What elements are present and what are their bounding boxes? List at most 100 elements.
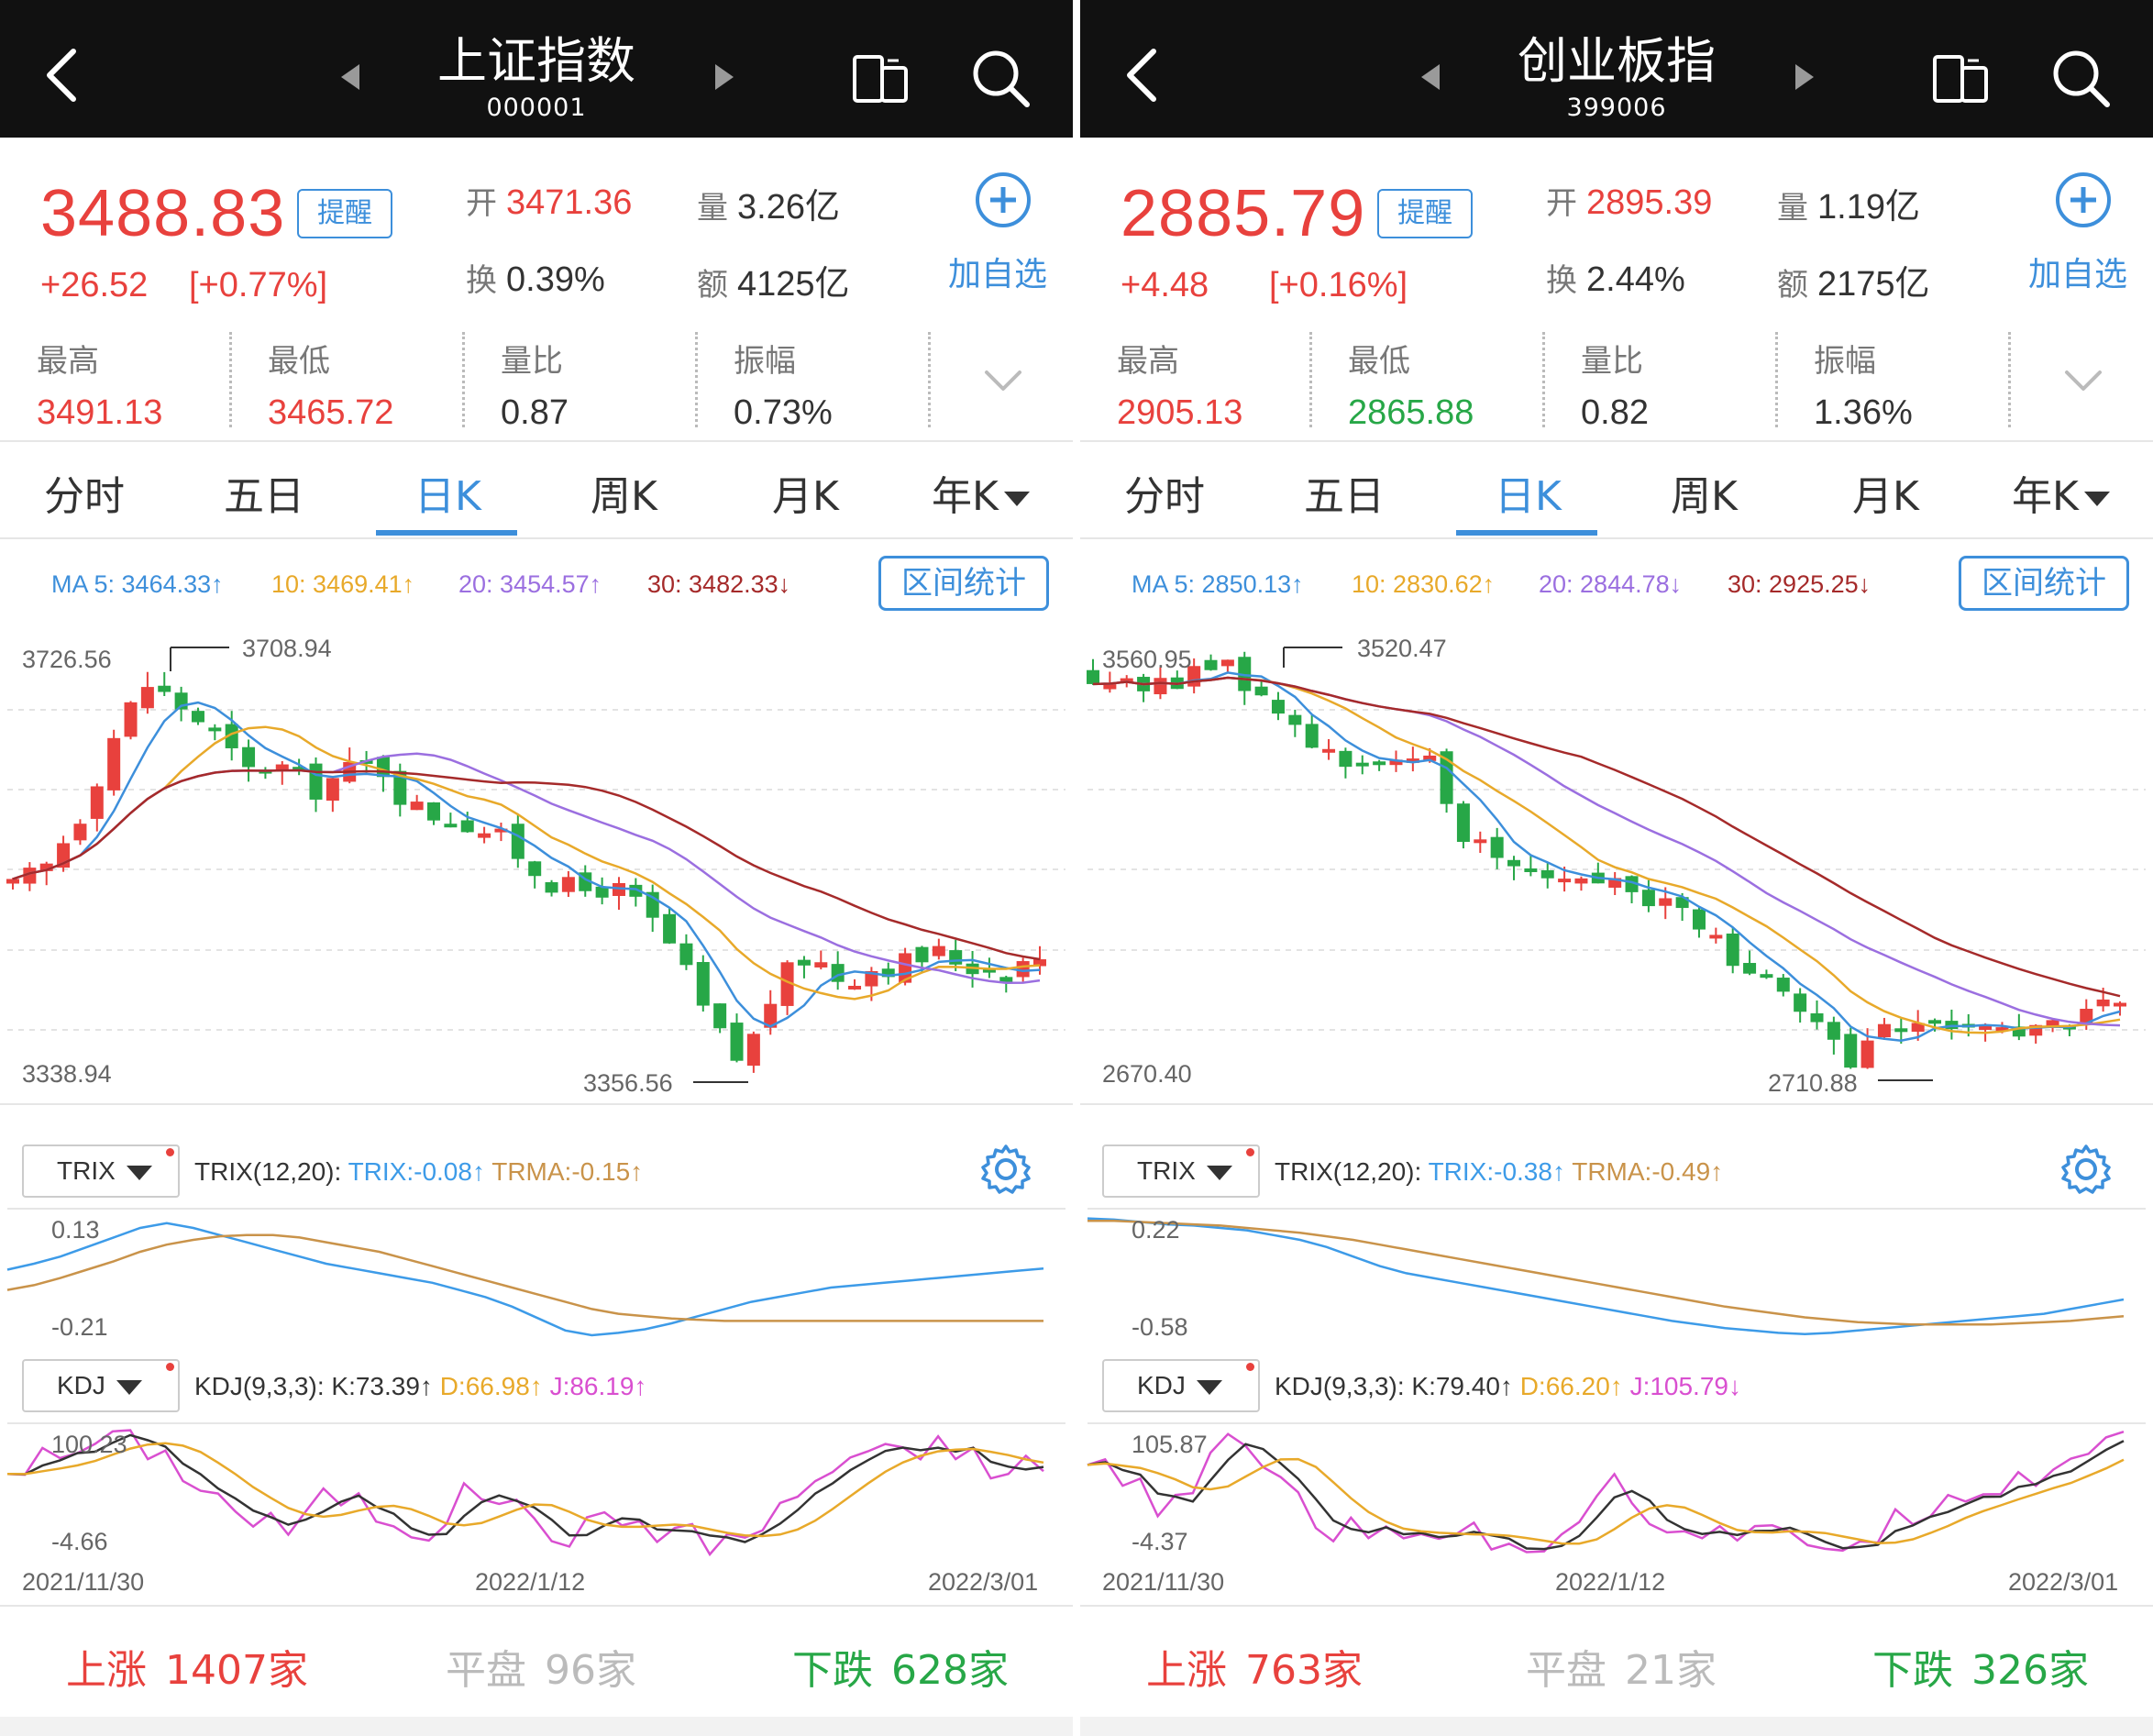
next-index-icon[interactable] [1795,64,1814,90]
candle-down [949,950,963,965]
index-code: 399006 [1566,94,1667,122]
d-line [6,1442,1044,1538]
ma10-legend: 10: 2830.62↑ [1352,570,1496,598]
advancers: 上涨 1407家 [66,1647,308,1694]
ma5-line [12,701,1041,1028]
kline-chart[interactable] [0,624,1073,1110]
candle-up [1474,839,1487,844]
candle-down [309,763,323,800]
amount-field: 额 2175亿 [1777,265,1930,304]
candle-up [1709,934,1723,939]
date-start: 2021/11/30 [22,1568,145,1596]
kline-chart[interactable] [1080,624,2153,1110]
kdj-axis-top: 105.87 [1132,1431,1208,1458]
tab-daily-k[interactable]: 日K [414,463,481,522]
turnover-field: 换 2.44% [1546,260,1685,299]
candle-up [1558,879,1572,883]
kdj-indicator-select[interactable]: KDJ [1102,1359,1260,1412]
candle-down [242,746,256,768]
candle-down [1726,933,1739,967]
tab-intraday[interactable]: 分时 [44,463,125,522]
unchanged: 平盘 96家 [446,1647,636,1694]
rotate-screen-icon[interactable] [851,53,910,105]
trix-indicator-select[interactable]: TRIX [22,1144,180,1198]
add-watchlist-icon[interactable] [974,171,1032,229]
tab-five-day[interactable]: 五日 [224,463,304,522]
stat-high: 最高 3491.13 [37,343,163,432]
range-stats-button[interactable]: 区间统计 [1959,556,2129,611]
next-index-icon[interactable] [715,64,734,90]
expand-chevron-icon[interactable] [2063,367,2103,394]
candle-down [545,881,558,893]
candle-up [932,945,945,956]
add-watchlist-button[interactable]: 加自选 [2028,248,2127,295]
unchanged: 平盘 21家 [1526,1647,1717,1694]
trix-axis-bottom: -0.58 [1132,1313,1188,1341]
header-bar: 创业板指 399006 [1080,0,2153,138]
add-watchlist-button[interactable]: 加自选 [948,248,1047,295]
tab-five-day[interactable]: 五日 [1304,463,1385,522]
tab-monthly-k[interactable]: 月K [772,463,839,522]
range-stats-button[interactable]: 区间统计 [878,556,1049,611]
candle-down [730,1023,744,1061]
candle-down [1305,724,1319,748]
kline-high-marker: 3708.94 [242,635,332,662]
dropdown-arrow-icon [116,1379,142,1395]
turnover-field: 换 0.39% [466,260,605,299]
settings-gear-icon[interactable] [2059,1143,2113,1196]
kdj-axis-top: 100.23 [51,1431,127,1458]
ma5-legend: MA 5: 2850.13↑ [1132,570,1304,598]
candle-down [1490,836,1504,858]
date-start: 2021/11/30 [1102,1568,1225,1596]
candle-up [814,962,828,968]
tab-intraday[interactable]: 分时 [1124,463,1205,522]
kline-axis-bottom: 2670.40 [1102,1060,1192,1088]
candle-down [1844,1034,1858,1068]
expand-chevron-icon[interactable] [983,367,1023,394]
bottom-bar [1080,1717,2153,1736]
search-icon[interactable] [2050,48,2111,108]
tab-daily-k[interactable]: 日K [1495,463,1562,522]
candle-down [1827,1022,1840,1040]
alert-button[interactable]: 提醒 [297,189,392,238]
trix-indicator-select[interactable]: TRIX [1102,1144,1260,1198]
candle-down [1692,909,1706,930]
candle-up [124,702,138,737]
price-change-pct: [+0.16%] [1269,266,1408,304]
settings-gear-icon[interactable] [979,1143,1032,1196]
add-watchlist-icon[interactable] [2054,171,2113,229]
kdj-indicator-select[interactable]: KDJ [22,1359,180,1412]
kdj-legend: KDJ(9,3,3): K:73.39↑ D:66.98↑ J:86.19↑ [194,1372,647,1400]
active-tab-indicator [376,530,517,536]
tab-yearly-k[interactable]: 年K [2012,463,2110,522]
candle-up [1322,748,1336,753]
candle-up [73,824,87,841]
tab-weekly-k[interactable]: 周K [591,463,657,522]
candle-down [1271,700,1285,714]
stat-volume-ratio: 量比 0.82 [1581,343,1649,432]
tab-monthly-k[interactable]: 月K [1852,463,1919,522]
volume-field: 量 3.26亿 [697,188,840,227]
candle-up [326,778,339,802]
kdj-chart [1087,1422,2146,1554]
ma20-line [1092,676,2121,1027]
search-icon[interactable] [970,48,1031,108]
last-price: 3488.83 [40,177,286,250]
last-price: 2885.79 [1121,177,1366,250]
stat-divider [1542,332,1545,427]
tab-weekly-k[interactable]: 周K [1671,463,1738,522]
separator [1080,440,2153,442]
stat-divider [695,332,698,427]
stat-volume-ratio: 量比 0.87 [501,343,569,432]
tab-yearly-k[interactable]: 年K [932,463,1030,522]
rotate-screen-icon[interactable] [1931,53,1990,105]
ma20-legend: 20: 3454.57↑ [458,570,602,598]
separator [1080,1605,2153,1607]
date-end: 2022/3/01 [2008,1568,2119,1596]
candle-down [1355,762,1369,767]
trix-axis-top: 0.13 [51,1216,100,1244]
alert-button[interactable]: 提醒 [1377,189,1473,238]
kline-high-marker: 3520.47 [1357,635,1447,662]
kdj-chart [6,1422,1065,1557]
kline-axis-top: 3726.56 [22,646,112,673]
